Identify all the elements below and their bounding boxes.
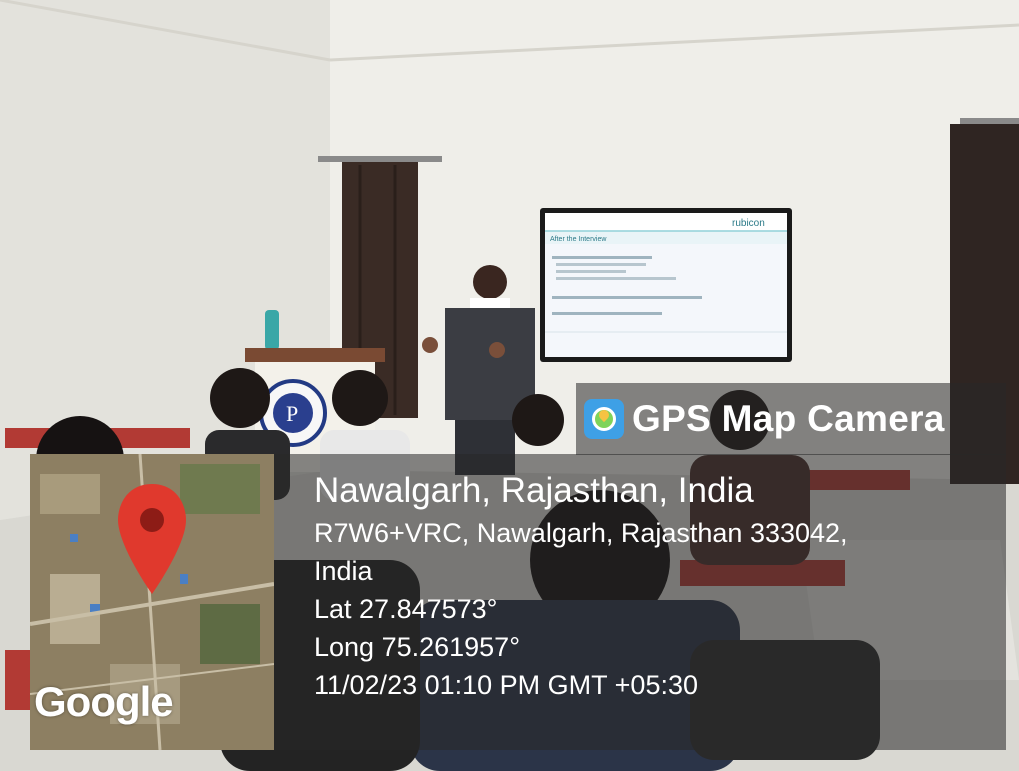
latitude: Lat 27.847573° bbox=[314, 594, 498, 624]
address-line-2: India bbox=[314, 556, 373, 586]
slide-title: After the Interview bbox=[550, 236, 607, 243]
podium-logo-letter: P bbox=[286, 401, 298, 426]
place-name: Nawalgarh, Rajasthan, India bbox=[314, 471, 754, 510]
address-line-1: R7W6+VRC, Nawalgarh, Rajasthan 333042, bbox=[314, 518, 848, 548]
satellite-map-thumbnail: Google bbox=[30, 454, 274, 750]
presentation-screen: rubicon After the Interview bbox=[540, 208, 792, 362]
app-name-label: GPS Map Camera bbox=[632, 398, 945, 439]
longitude: Long 75.261957° bbox=[314, 632, 520, 662]
gps-map-camera-icon bbox=[584, 399, 624, 439]
gps-camera-header: GPS Map Camera bbox=[576, 383, 1006, 455]
google-watermark: Google bbox=[34, 678, 174, 725]
datetime: 11/02/23 01:10 PM GMT +05:30 bbox=[314, 670, 698, 700]
slide-brand: rubicon bbox=[732, 218, 765, 229]
location-details: Nawalgarh, Rajasthan, India R7W6+VRC, Na… bbox=[314, 468, 994, 704]
